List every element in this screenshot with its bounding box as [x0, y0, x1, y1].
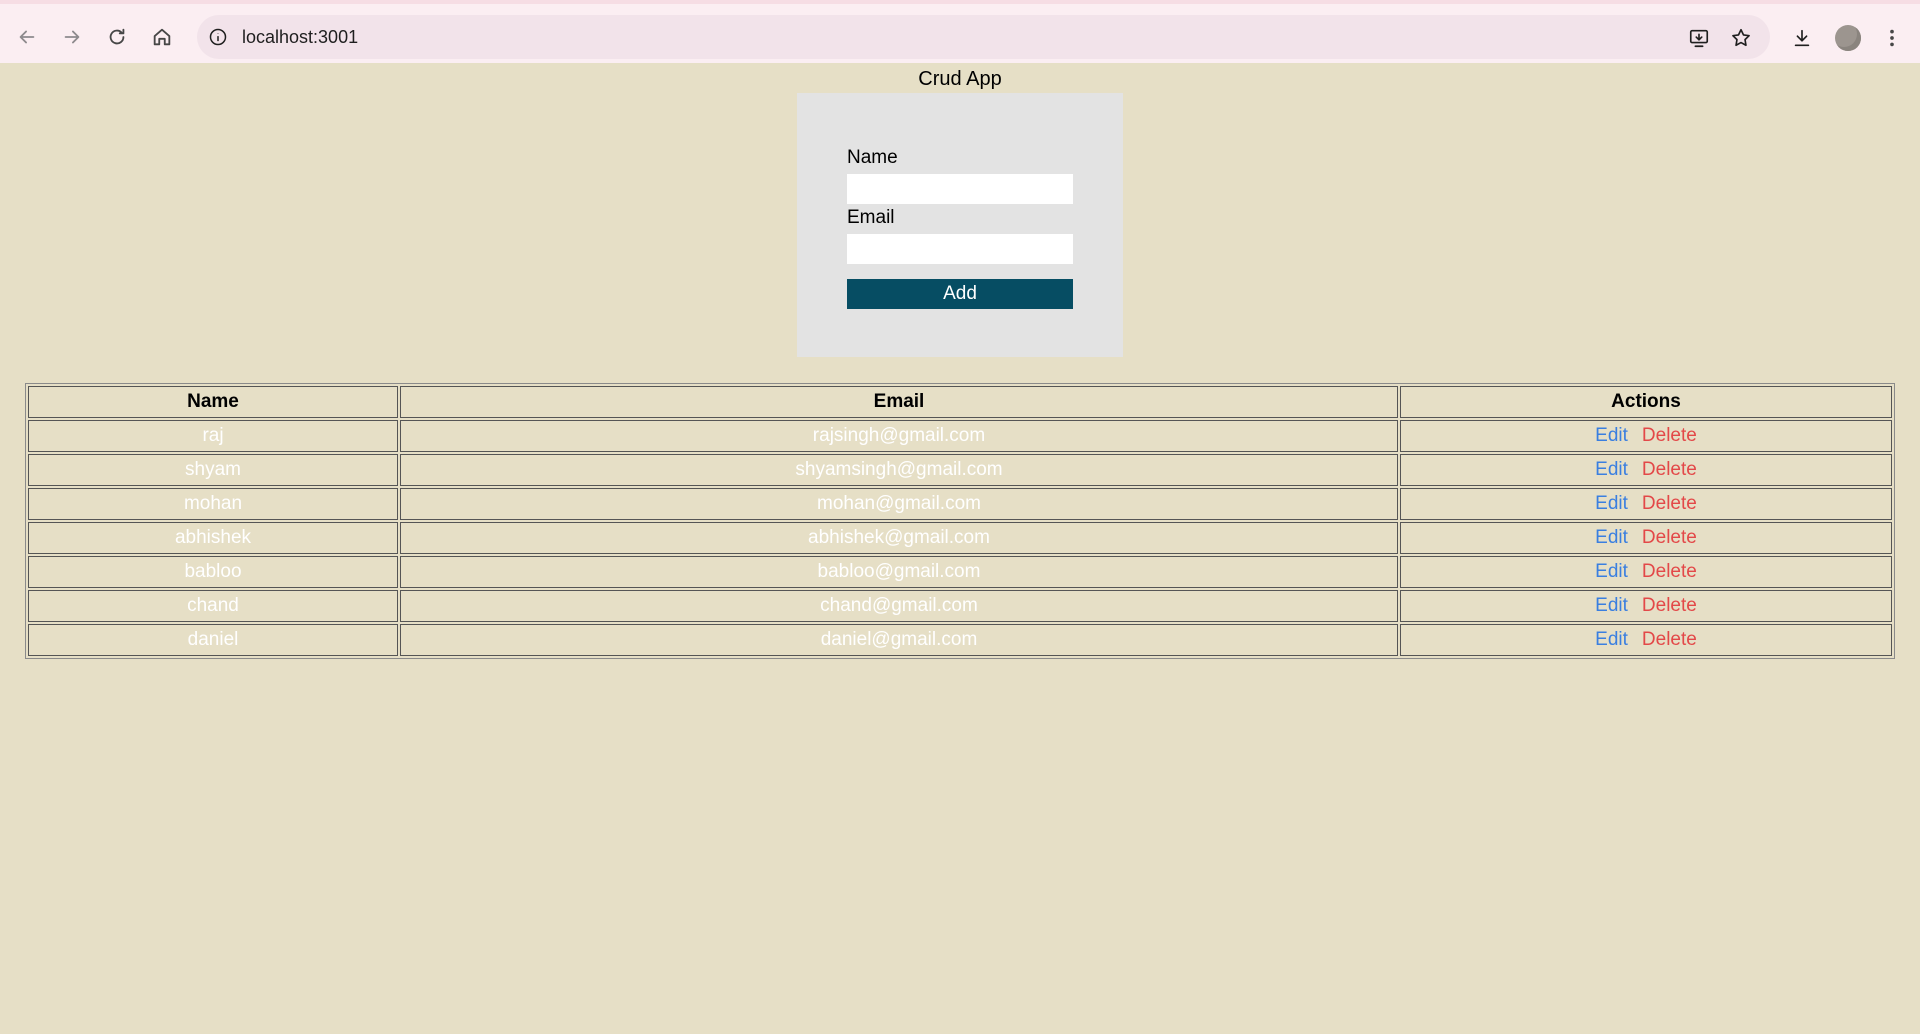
name-field[interactable]	[847, 174, 1073, 204]
table-row: raj rajsingh@gmail.com Edit Delete	[28, 420, 1892, 452]
cell-actions: Edit Delete	[1400, 488, 1892, 520]
cell-name: babloo	[28, 556, 398, 588]
cell-email: rajsingh@gmail.com	[400, 420, 1398, 452]
cell-email: abhishek@gmail.com	[400, 522, 1398, 554]
delete-link[interactable]: Delete	[1642, 493, 1697, 514]
back-button[interactable]	[12, 22, 42, 52]
edit-link[interactable]: Edit	[1595, 425, 1628, 446]
reload-icon	[109, 28, 125, 45]
cell-actions: Edit Delete	[1400, 590, 1892, 622]
table-row: daniel daniel@gmail.com Edit Delete	[28, 624, 1892, 656]
add-button[interactable]: Add	[847, 279, 1073, 309]
cell-actions: Edit Delete	[1400, 454, 1892, 486]
edit-link[interactable]: Edit	[1595, 595, 1628, 616]
delete-link[interactable]: Delete	[1642, 629, 1697, 650]
edit-link[interactable]: Edit	[1595, 629, 1628, 650]
cell-email: shyamsingh@gmail.com	[400, 454, 1398, 486]
star-icon[interactable]	[1729, 26, 1753, 50]
column-header-email: Email	[400, 386, 1398, 418]
install-app-icon[interactable]	[1687, 26, 1711, 50]
home-button[interactable]	[147, 22, 177, 52]
edit-link[interactable]: Edit	[1595, 561, 1628, 582]
delete-link[interactable]: Delete	[1642, 425, 1697, 446]
cell-name: chand	[28, 590, 398, 622]
delete-link[interactable]: Delete	[1642, 595, 1697, 616]
email-field[interactable]	[847, 234, 1073, 264]
cell-actions: Edit Delete	[1400, 522, 1892, 554]
info-icon[interactable]	[207, 26, 229, 48]
cell-name: raj	[28, 420, 398, 452]
page-content: Crud App Name Email Add Name Email Actio…	[0, 63, 1920, 1034]
cell-name: shyam	[28, 454, 398, 486]
edit-link[interactable]: Edit	[1595, 527, 1628, 548]
cell-actions: Edit Delete	[1400, 556, 1892, 588]
cell-actions: Edit Delete	[1400, 624, 1892, 656]
arrow-right-icon	[64, 30, 80, 44]
column-header-name: Name	[28, 386, 398, 418]
page-title: Crud App	[918, 68, 1002, 90]
cell-actions: Edit Delete	[1400, 420, 1892, 452]
edit-link[interactable]: Edit	[1595, 493, 1628, 514]
profile-avatar[interactable]	[1835, 25, 1861, 51]
column-header-actions: Actions	[1400, 386, 1892, 418]
delete-link[interactable]: Delete	[1642, 561, 1697, 582]
cell-name: daniel	[28, 624, 398, 656]
name-label: Name	[847, 147, 898, 168]
download-icon[interactable]	[1790, 26, 1814, 50]
table-header-row: Name Email Actions	[28, 386, 1892, 418]
table-row: babloo babloo@gmail.com Edit Delete	[28, 556, 1892, 588]
users-table: Name Email Actions raj rajsingh@gmail.co…	[25, 383, 1895, 659]
table-row: chand chand@gmail.com Edit Delete	[28, 590, 1892, 622]
email-label: Email	[847, 207, 895, 228]
table-row: shyam shyamsingh@gmail.com Edit Delete	[28, 454, 1892, 486]
cell-name: abhishek	[28, 522, 398, 554]
edit-link[interactable]: Edit	[1595, 459, 1628, 480]
table-row: abhishek abhishek@gmail.com Edit Delete	[28, 522, 1892, 554]
delete-link[interactable]: Delete	[1642, 459, 1697, 480]
url-text[interactable]: localhost:3001	[242, 27, 358, 48]
cell-email: mohan@gmail.com	[400, 488, 1398, 520]
kebab-menu-icon[interactable]	[1880, 26, 1904, 50]
cell-email: chand@gmail.com	[400, 590, 1398, 622]
cell-name: mohan	[28, 488, 398, 520]
user-form: Name Email Add	[797, 93, 1123, 357]
cell-email: babloo@gmail.com	[400, 556, 1398, 588]
delete-link[interactable]: Delete	[1642, 527, 1697, 548]
table-row: mohan mohan@gmail.com Edit Delete	[28, 488, 1892, 520]
browser-toolbar: localhost:3001	[0, 0, 1920, 63]
home-icon	[153, 28, 171, 46]
address-bar[interactable]: localhost:3001	[197, 15, 1770, 59]
cell-email: daniel@gmail.com	[400, 624, 1398, 656]
reload-button[interactable]	[102, 22, 132, 52]
arrow-left-icon	[19, 30, 35, 44]
forward-button[interactable]	[57, 22, 87, 52]
